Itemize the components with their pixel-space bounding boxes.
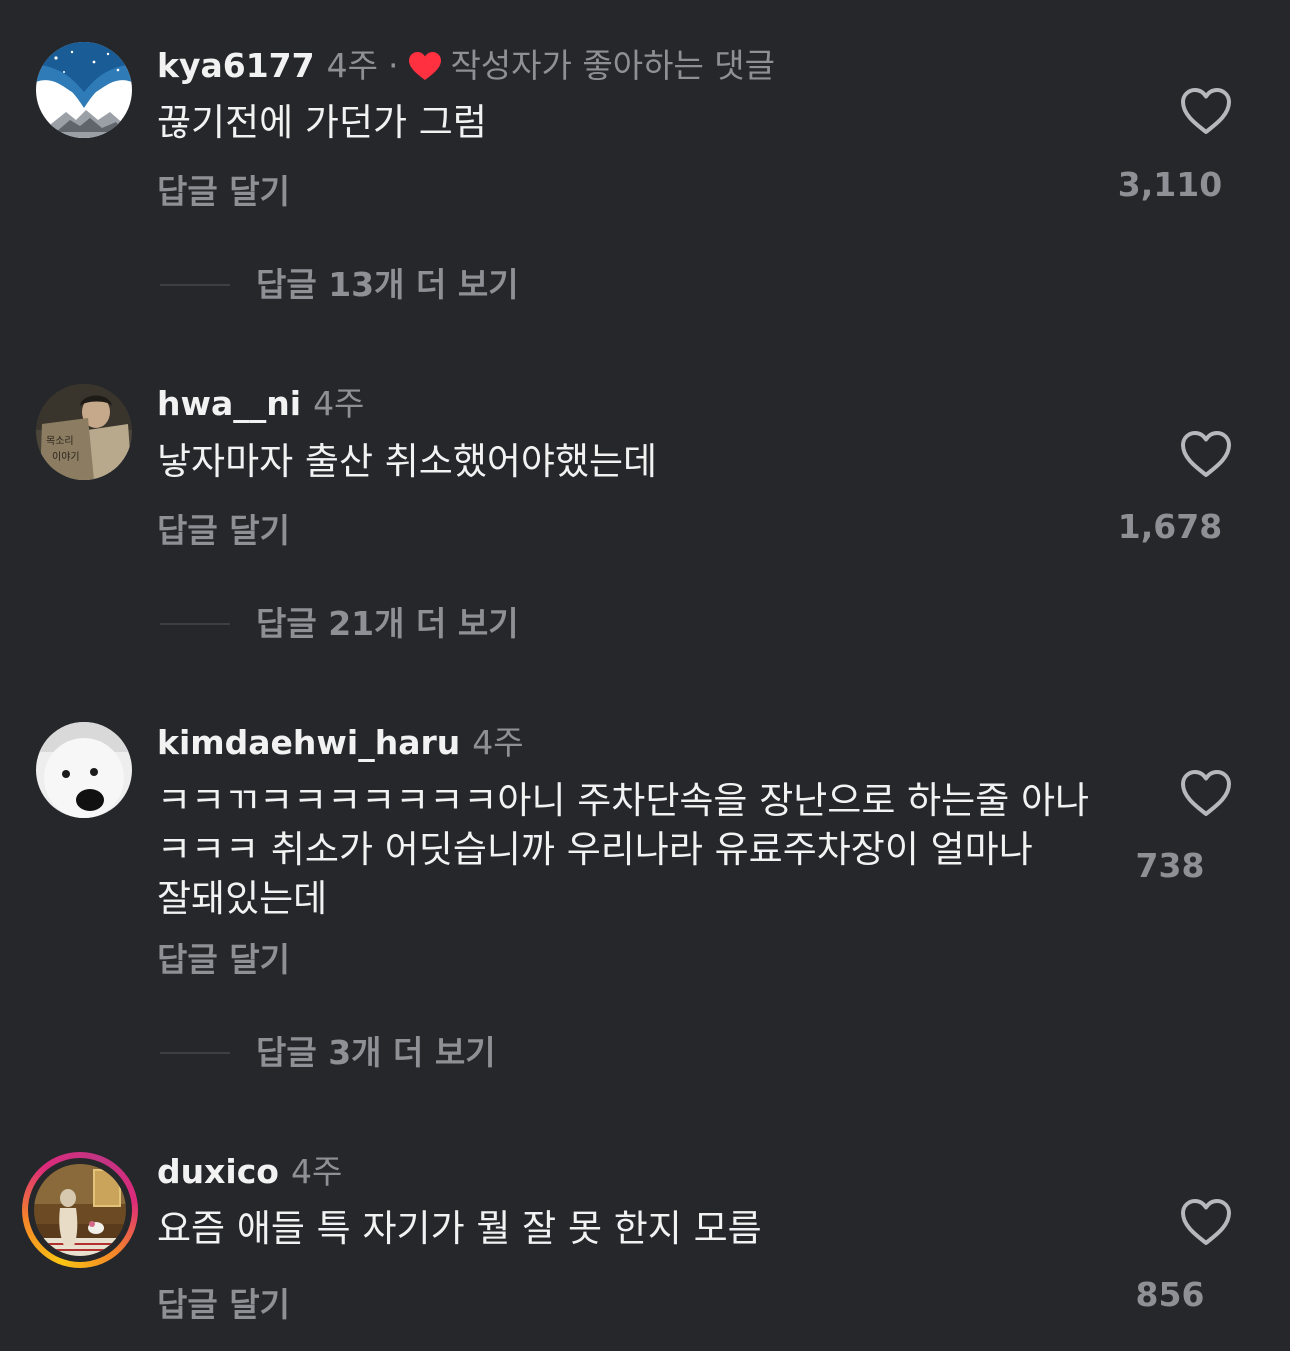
like-count: 1,678 bbox=[1117, 507, 1223, 546]
view-more-replies-button[interactable]: 답글 3개 더 보기 bbox=[160, 1033, 496, 1073]
divider-line bbox=[160, 623, 230, 625]
comment-text: 끊기전에 가던가 그럼 bbox=[157, 98, 1117, 147]
reply-button[interactable]: 답글 달기 bbox=[157, 172, 290, 212]
comment-text-line: ㅋㅋㄲㅋㅋㅋㅋㅋㅋㅋ아니 주차단속을 장난으로 하는줄 아나 bbox=[157, 779, 1090, 822]
comment-text-line: ㅋㅋㅋ 취소가 어딧습니까 우리나라 유료주차장이 얼마나 bbox=[157, 828, 1033, 871]
comment-text: 요즘 애들 특 자기가 뭘 잘 못 한지 모름 bbox=[157, 1204, 1117, 1253]
avatar[interactable]: 목소리 이야기 bbox=[36, 384, 132, 480]
comment-text-line: 요즘 애들 특 자기가 뭘 잘 못 한지 모름 bbox=[157, 1207, 762, 1250]
heart-filled-icon bbox=[409, 52, 442, 80]
username[interactable]: hwa__ni bbox=[157, 384, 301, 424]
comment-meta: kya6177 4주 · 작성자가 좋아하는 댓글 bbox=[157, 46, 775, 86]
comment-text: 낳자마자 출산 취소했어야했는데 bbox=[157, 437, 1117, 486]
liked-by-author-label: 작성자가 좋아하는 댓글 bbox=[450, 46, 776, 85]
avatar bbox=[34, 1164, 126, 1256]
comment-text: ㅋㅋㄲㅋㅋㅋㅋㅋㅋㅋ아니 주차단속을 장난으로 하는줄 아나 ㅋㅋㅋ 취소가 어… bbox=[157, 776, 1117, 923]
comment-meta: hwa__ni 4주 bbox=[157, 384, 364, 424]
reply-button[interactable]: 답글 달기 bbox=[157, 511, 290, 551]
comment-meta: duxico 4주 bbox=[157, 1152, 342, 1192]
separator: · bbox=[387, 46, 399, 85]
timestamp: 4주 bbox=[313, 384, 365, 423]
view-more-replies-label: 답글 13개 더 보기 bbox=[256, 265, 519, 304]
avatar-ring-gap bbox=[28, 1158, 132, 1262]
divider-line bbox=[160, 284, 230, 286]
divider-line bbox=[160, 1052, 230, 1054]
username[interactable]: duxico bbox=[157, 1152, 279, 1192]
like-count: 856 bbox=[1135, 1275, 1205, 1314]
like-count: 738 bbox=[1135, 846, 1205, 885]
view-more-replies-button[interactable]: 답글 13개 더 보기 bbox=[160, 265, 519, 305]
reply-button[interactable]: 답글 달기 bbox=[157, 940, 290, 980]
comment-meta: kimdaehwi_haru 4주 bbox=[157, 723, 524, 763]
svg-text:이야기: 이야기 bbox=[52, 451, 80, 463]
reply-button[interactable]: 답글 달기 bbox=[157, 1285, 290, 1325]
view-more-replies-button[interactable]: 답글 21개 더 보기 bbox=[160, 604, 519, 644]
username[interactable]: kya6177 bbox=[157, 46, 315, 86]
heart-outline-icon[interactable] bbox=[1179, 768, 1233, 818]
timestamp: 4주 bbox=[472, 723, 524, 762]
comment-text-line: 낳자마자 출산 취소했어야했는데 bbox=[157, 440, 658, 483]
avatar-story-ring[interactable] bbox=[22, 1152, 138, 1268]
heart-outline-icon[interactable] bbox=[1179, 86, 1233, 136]
username[interactable]: kimdaehwi_haru bbox=[157, 723, 460, 763]
timestamp: 4주 bbox=[290, 1152, 343, 1191]
view-more-replies-label: 답글 21개 더 보기 bbox=[256, 604, 519, 643]
heart-outline-icon[interactable] bbox=[1179, 1197, 1233, 1247]
heart-outline-icon[interactable] bbox=[1179, 429, 1233, 479]
svg-text:목소리: 목소리 bbox=[46, 435, 74, 447]
timestamp: 4주 bbox=[326, 46, 378, 85]
comment-text-line: 끊기전에 가던가 그럼 bbox=[157, 101, 487, 144]
view-more-replies-label: 답글 3개 더 보기 bbox=[256, 1033, 496, 1072]
avatar[interactable] bbox=[36, 722, 132, 818]
avatar[interactable] bbox=[36, 42, 132, 138]
comment-text-line: 잘돼있는데 bbox=[157, 877, 328, 920]
like-count: 3,110 bbox=[1117, 165, 1223, 204]
